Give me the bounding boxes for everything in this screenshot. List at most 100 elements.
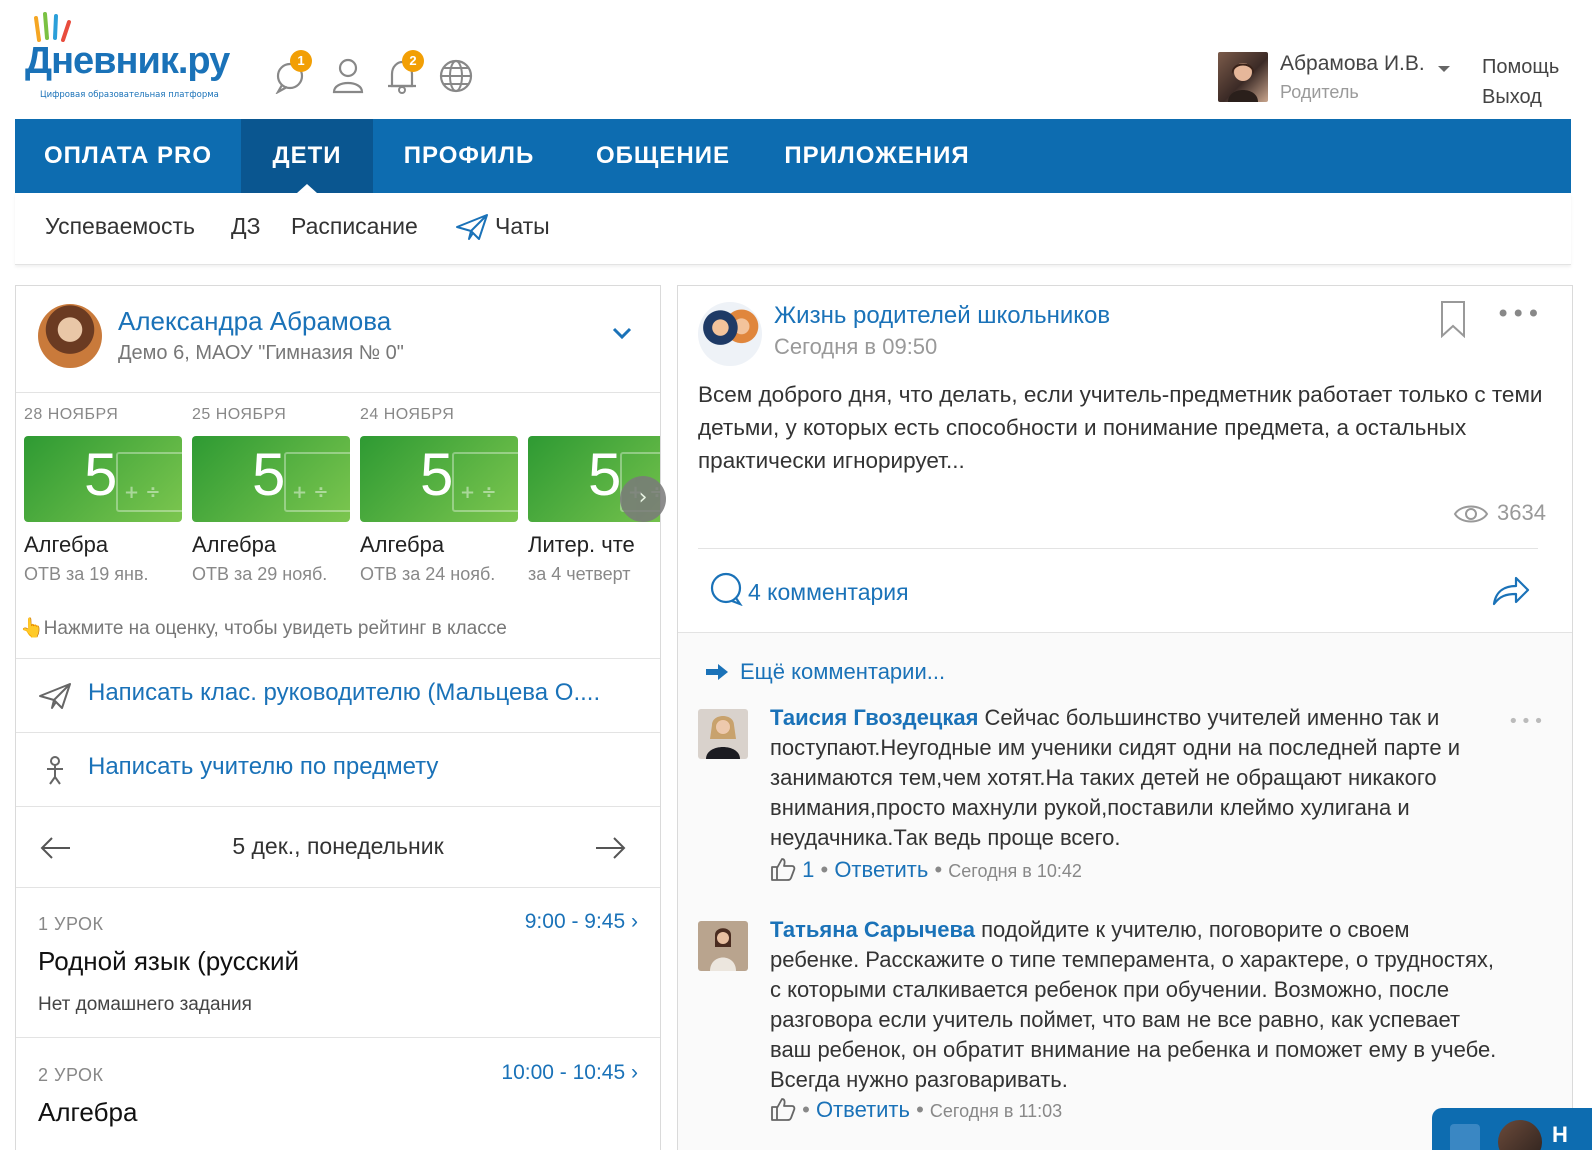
lesson-item[interactable]: 2 УРОК 10:00 - 10:45 › Алгебра [16, 1039, 660, 1150]
nav-item-communication[interactable]: ОБЩЕНИЕ [565, 119, 761, 193]
group-avatar[interactable] [698, 302, 762, 366]
grade-mark: 5 [420, 441, 454, 508]
lesson-time-text: 10:00 - 10:45 [501, 1061, 626, 1084]
logout-link[interactable]: Выход [1482, 82, 1559, 112]
child-header[interactable]: Александра Абрамова Демо 6, МАОУ "Гимназ… [16, 286, 660, 393]
arrow-right-icon [706, 664, 728, 680]
lesson-time[interactable]: 9:00 - 9:45 › [525, 910, 638, 934]
lesson-time-text: 9:00 - 9:45 [524, 910, 626, 933]
subnav-item-performance[interactable]: Успеваемость [45, 213, 195, 240]
comment-author-avatar[interactable] [698, 709, 748, 759]
comment-text: подойдите к учителю, поговорите о своем … [770, 917, 1497, 1092]
chevron-up-icon[interactable] [1450, 1124, 1480, 1150]
user-icon[interactable] [328, 52, 368, 94]
share-icon[interactable] [1490, 574, 1530, 608]
grade-date: 24 НОЯБРЯ [360, 406, 455, 423]
grade-desc: за 4 четверт [528, 564, 631, 584]
grade-mark: 5 [84, 441, 118, 508]
header-links: Помощь Выход [1482, 52, 1559, 112]
calculator-icon [116, 452, 182, 512]
nav-item-children[interactable]: ДЕТИ [241, 119, 373, 193]
carousel-next-button[interactable]: › [620, 476, 666, 522]
grade-subject: Алгебра [192, 532, 277, 557]
post-date: Сегодня в 09:50 [774, 334, 938, 359]
sub-nav: Успеваемость ДЗ Расписание Чаты [15, 193, 1571, 265]
divider [698, 548, 1538, 549]
nav-item-apps[interactable]: ПРИЛОЖЕНИЯ [761, 119, 993, 193]
comment-icon [710, 572, 743, 607]
globe-icon[interactable] [436, 52, 476, 94]
subnav-item-chats[interactable]: Чаты [495, 213, 550, 240]
lesson-item[interactable]: 1 УРОК 9:00 - 9:45 › Родной язык (русски… [16, 888, 660, 1038]
chevron-right-icon: › [631, 910, 638, 933]
chevron-down-icon [1438, 66, 1450, 72]
child-school: Демо 6, МАОУ "Гимназия № 0" [118, 342, 404, 364]
paper-plane-icon [456, 214, 488, 240]
comments-section: Ещё комментарии... Таисия Гвоздецкая Сей… [678, 632, 1572, 1150]
bell-icon[interactable]: 2 [384, 50, 424, 94]
subnav-item-schedule[interactable]: Расписание [291, 213, 418, 240]
messages-badge: 1 [290, 50, 312, 72]
write-class-teacher-button[interactable]: Написать клас. руководителю (Мальцева О.… [16, 658, 660, 732]
lesson-homework: Нет домашнего задания [38, 994, 252, 1015]
chevron-down-icon[interactable] [612, 326, 632, 340]
like-count[interactable]: 1 [802, 857, 814, 882]
write-class-teacher-label: Написать клас. руководителю (Мальцева О.… [88, 679, 601, 706]
more-options-icon[interactable]: ••• [1496, 300, 1541, 328]
messages-icon[interactable]: 1 [272, 50, 312, 95]
more-comments-link[interactable]: Ещё комментарии... [706, 659, 945, 685]
bookmark-icon[interactable] [1438, 300, 1468, 338]
grade-desc: ОТВ за 19 янв. [24, 564, 149, 584]
user-role: Родитель [1280, 82, 1359, 102]
grade-mark: 5 [252, 441, 286, 508]
subnav-item-homework[interactable]: ДЗ [231, 213, 260, 240]
grade-tile[interactable]: 5 [24, 436, 182, 522]
comment-time: Сегодня в 10:42 [948, 861, 1082, 881]
views-counter: 3634 [1453, 500, 1546, 526]
arrow-right-icon[interactable] [594, 833, 628, 863]
child-avatar [38, 304, 102, 368]
eye-icon [1453, 505, 1489, 523]
chat-widget-label: Н [1552, 1122, 1568, 1147]
grade-tile[interactable]: 5 [360, 436, 518, 522]
paper-plane-icon [39, 683, 71, 709]
grade-desc: ОТВ за 24 нояб. [360, 564, 496, 584]
lesson-time[interactable]: 10:00 - 10:45 › [501, 1061, 638, 1085]
grade-desc: ОТВ за 29 нояб. [192, 564, 328, 584]
teacher-icon [47, 756, 63, 785]
notifications-badge: 2 [402, 50, 424, 72]
user-avatar [1218, 52, 1268, 102]
user-menu[interactable]: Абрамова И.В. Родитель [1218, 52, 1458, 104]
views-count: 3634 [1497, 500, 1546, 525]
pointing-hand-icon: 👆 [20, 618, 44, 639]
write-subject-teacher-button[interactable]: Написать учителю по предмету [16, 732, 660, 806]
calculator-icon [284, 452, 350, 512]
group-title[interactable]: Жизнь родителей школьников [774, 302, 1110, 330]
like-icon[interactable] [770, 857, 796, 881]
like-icon[interactable] [770, 1097, 796, 1121]
chat-widget[interactable]: Н [1432, 1108, 1592, 1150]
nav-item-profile[interactable]: ПРОФИЛЬ [373, 119, 565, 193]
comment-options-icon[interactable]: ••• [1508, 711, 1546, 732]
current-day: 5 дек., понедельник [232, 833, 444, 859]
hand-logo-icon [34, 12, 71, 42]
comments-count-link[interactable]: 4 комментария [708, 572, 909, 607]
comment-meta: 1 • Ответить • Сегодня в 10:42 [770, 857, 1082, 883]
grade-subject: Литер. чте [528, 532, 635, 557]
comment-author-avatar[interactable] [698, 921, 748, 971]
logo[interactable]: Дневник.ру Цифровая образовательная плат… [15, 10, 255, 100]
grade-tile[interactable]: 5 [192, 436, 350, 522]
grade-subject: Алгебра [360, 532, 445, 557]
main-nav: ОПЛАТА PRO ДЕТИ ПРОФИЛЬ ОБЩЕНИЕ ПРИЛОЖЕН… [15, 119, 1571, 193]
reply-link[interactable]: Ответить [834, 857, 928, 882]
comment-author[interactable]: Татьяна Сарычева [770, 917, 975, 942]
nav-item-pro[interactable]: ОПЛАТА PRO [15, 119, 241, 193]
header: Дневник.ру Цифровая образовательная плат… [0, 0, 1592, 118]
comment-author[interactable]: Таисия Гвоздецкая [770, 705, 978, 730]
comments-count: 4 комментария [748, 579, 909, 605]
help-link[interactable]: Помощь [1482, 52, 1559, 82]
grade-date: 28 НОЯБРЯ [24, 406, 119, 423]
reply-link[interactable]: Ответить [816, 1097, 910, 1122]
write-subject-teacher-label: Написать учителю по предмету [88, 753, 439, 780]
child-panel: Александра Абрамова Демо 6, МАОУ "Гимназ… [15, 285, 666, 1150]
